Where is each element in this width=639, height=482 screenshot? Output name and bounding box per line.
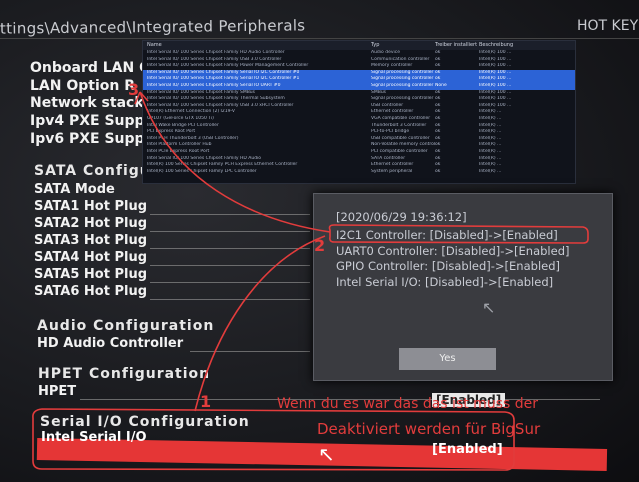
annotation-note-line2: Deaktiviert werden für BigSur: [317, 420, 541, 438]
bios-screen: ttings\Advanced\Integrated Peripherals H…: [0, 0, 639, 482]
annotation-number-3: 3: [128, 80, 140, 99]
annotation-arrow-1: [194, 235, 326, 412]
annotation-box-serial: [32, 408, 515, 471]
annotation-number-2: 2: [314, 236, 326, 255]
annotation-number-1: 1: [200, 392, 212, 411]
annotation-note-line1: Wenn du es war das das ist muss der: [277, 396, 538, 412]
annotation-arrow-2: [139, 91, 331, 233]
annotation-box-i2c1: [328, 224, 589, 244]
